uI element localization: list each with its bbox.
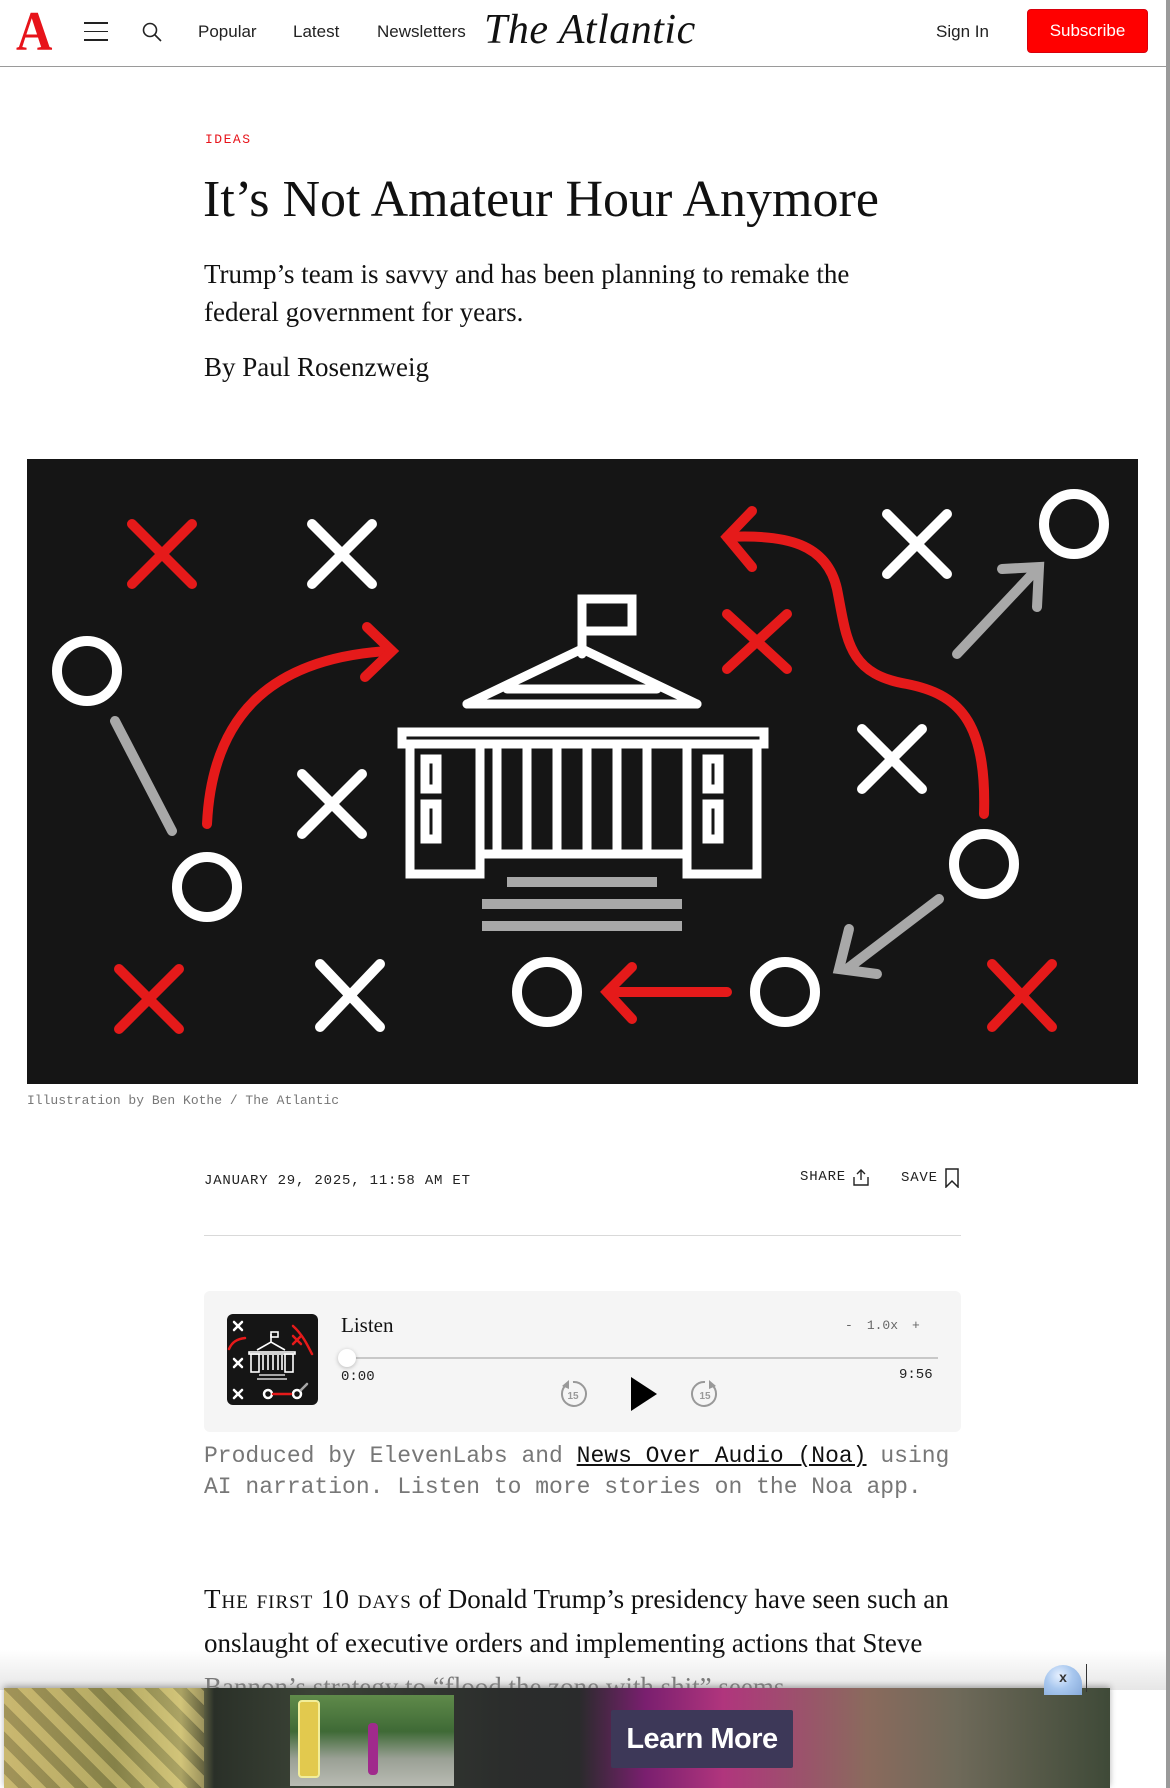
article-title: It’s Not Amateur Hour Anymore bbox=[203, 171, 879, 228]
wordmark[interactable]: The Atlantic bbox=[484, 6, 696, 54]
gray-arrow bbox=[952, 561, 1045, 659]
image-caption: Illustration by Ben Kothe / The Atlantic bbox=[27, 1093, 340, 1108]
o-mark bbox=[750, 957, 820, 1027]
o-mark bbox=[512, 957, 582, 1027]
gray-route bbox=[110, 716, 177, 836]
body-lede-smallcaps: The first 10 days bbox=[204, 1584, 412, 1614]
site-header: A Popular Latest Newsletters The Atlanti… bbox=[0, 0, 1166, 67]
credits-prefix: Produced by ElevenLabs and bbox=[204, 1443, 577, 1469]
learn-more-button[interactable]: Learn More bbox=[611, 1710, 793, 1768]
building-steps bbox=[482, 877, 682, 931]
bookmark-icon bbox=[945, 1168, 959, 1188]
playbook-illustration bbox=[52, 489, 1109, 1034]
nav-latest[interactable]: Latest bbox=[293, 22, 339, 42]
noa-link[interactable]: News Over Audio (Noa) bbox=[577, 1443, 867, 1469]
o-mark bbox=[1039, 489, 1109, 559]
audio-player: Listen - 1.0x + 0:00 9:56 15 15 bbox=[204, 1291, 961, 1432]
byline: By Paul Rosenzweig bbox=[204, 352, 429, 383]
byline-prefix: By bbox=[204, 352, 243, 382]
skip-back-15-icon[interactable]: 15 bbox=[556, 1377, 590, 1411]
x-mark-white bbox=[857, 724, 927, 794]
x-mark-white bbox=[307, 519, 377, 589]
x-mark-red bbox=[722, 609, 792, 674]
red-route-arrow bbox=[202, 622, 400, 829]
share-label: SHARE bbox=[800, 1169, 847, 1185]
current-time: 0:00 bbox=[341, 1369, 375, 1385]
x-mark-red bbox=[987, 959, 1057, 1032]
ad-close-divider bbox=[1086, 1664, 1087, 1692]
red-route-arrow bbox=[720, 506, 990, 819]
play-icon[interactable] bbox=[629, 1375, 659, 1413]
subscribe-button[interactable]: Subscribe bbox=[1027, 9, 1148, 53]
skip-forward-label: 15 bbox=[699, 1391, 711, 1402]
x-mark-white bbox=[882, 509, 952, 579]
share-icon bbox=[853, 1169, 869, 1186]
speed-decrease-button[interactable]: - bbox=[845, 1318, 853, 1333]
total-time: 9:56 bbox=[899, 1367, 933, 1383]
share-button[interactable]: SHARE bbox=[800, 1168, 870, 1186]
player-title: Listen bbox=[341, 1313, 394, 1337]
speed-increase-button[interactable]: + bbox=[912, 1318, 920, 1333]
ad-fade-overlay bbox=[0, 1650, 1166, 1690]
save-button[interactable]: SAVE bbox=[901, 1168, 960, 1188]
ad-close-button[interactable]: x bbox=[1044, 1665, 1082, 1695]
x-mark-red bbox=[127, 519, 197, 589]
progress-track[interactable] bbox=[341, 1357, 938, 1359]
thumbnail-illustration-icon bbox=[227, 1320, 314, 1400]
nav-newsletters[interactable]: Newsletters bbox=[377, 22, 466, 42]
article-dek: Trump’s team is savvy and has been plann… bbox=[204, 259, 850, 327]
player-thumbnail bbox=[227, 1314, 318, 1405]
section-divider bbox=[204, 1235, 961, 1236]
ad-phone-image bbox=[298, 1700, 320, 1778]
government-building bbox=[397, 594, 769, 879]
o-mark bbox=[172, 852, 242, 922]
sign-in-link[interactable]: Sign In bbox=[936, 22, 989, 42]
page-scrollbar[interactable] bbox=[1166, 0, 1170, 1788]
nav-popular[interactable]: Popular bbox=[198, 22, 257, 42]
gray-arrow bbox=[832, 894, 944, 979]
skip-back-label: 15 bbox=[567, 1391, 579, 1402]
playback-speed-control: - 1.0x + bbox=[845, 1318, 920, 1333]
ad-background-image bbox=[4, 1688, 204, 1788]
ad-video-thumbnail[interactable] bbox=[290, 1695, 454, 1786]
bottom-ad-banner[interactable]: Learn More bbox=[4, 1688, 1110, 1788]
search-icon[interactable] bbox=[141, 21, 163, 43]
save-label: SAVE bbox=[901, 1170, 938, 1186]
x-mark-white bbox=[315, 959, 385, 1032]
o-mark bbox=[52, 636, 122, 706]
hamburger-icon[interactable] bbox=[84, 22, 108, 42]
skip-forward-15-icon[interactable]: 15 bbox=[688, 1377, 722, 1411]
publish-date: JANUARY 29, 2025, 11:58 AM ET bbox=[204, 1173, 471, 1189]
speed-value: 1.0x bbox=[866, 1318, 899, 1333]
ad-person-image bbox=[368, 1723, 378, 1775]
atlantic-logo[interactable]: A bbox=[16, 4, 52, 60]
o-mark bbox=[949, 829, 1019, 899]
x-mark-white bbox=[297, 769, 367, 839]
x-mark-red bbox=[114, 964, 184, 1034]
red-route-arrow bbox=[600, 962, 732, 1024]
lead-illustration bbox=[27, 459, 1138, 1084]
audio-credits: Produced by ElevenLabs and News Over Aud… bbox=[204, 1441, 964, 1503]
author-link[interactable]: Paul Rosenzweig bbox=[242, 352, 429, 382]
section-label[interactable]: IDEAS bbox=[205, 132, 252, 147]
progress-knob[interactable] bbox=[338, 1349, 356, 1367]
